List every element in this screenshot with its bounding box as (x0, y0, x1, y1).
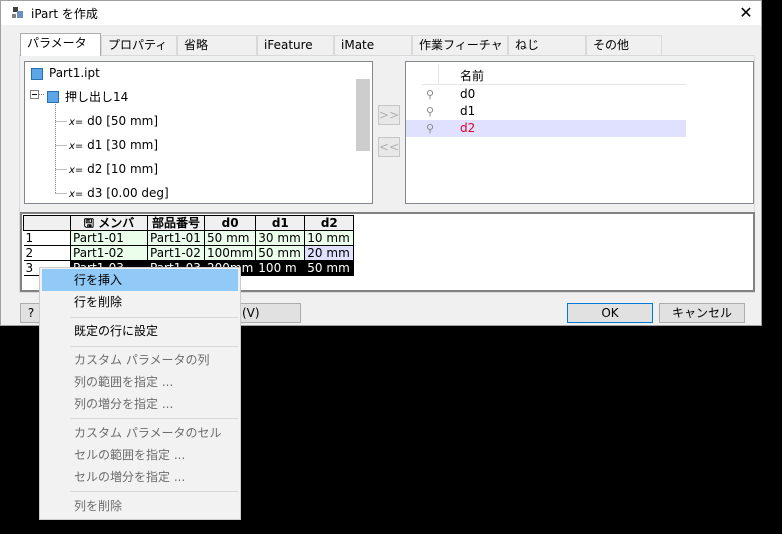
menu-item-custom-param-cell[interactable]: カスタム パラメータのセル (42, 422, 238, 444)
table-row[interactable]: 2 Part1-02 Part1-02 100mm 50 mm 20 mm (23, 245, 355, 261)
menu-separator (70, 346, 238, 347)
cell-d1[interactable]: 100 m (255, 260, 306, 276)
ipart-app-icon (12, 7, 23, 18)
cell-d1[interactable]: 50 mm (255, 245, 306, 261)
param-icon: x= (69, 117, 84, 128)
menu-item-delete-column[interactable]: 列を削除 (42, 495, 238, 517)
title-bar: iPart を作成 ✕ (1, 1, 761, 25)
tree-branch-lines (55, 104, 67, 194)
cell-part-number[interactable]: Part1-02 (147, 245, 205, 261)
row-index[interactable]: 2 (23, 245, 71, 261)
param-icon: x= (69, 141, 84, 152)
ok-button[interactable]: OK (567, 303, 653, 323)
table-row[interactable]: 1 Part1-01 Part1-01 50 mm 30 mm 10 mm (23, 230, 355, 246)
cell-d2[interactable]: 20 mm (304, 245, 355, 261)
menu-item-insert-row[interactable]: 行を挿入 (42, 269, 238, 291)
menu-separator (70, 317, 238, 318)
cell-d2[interactable]: 50 mm (304, 260, 355, 276)
cell-d0[interactable]: 50 mm (203, 230, 257, 246)
col-member[interactable]: 🖫 メンバ (70, 215, 148, 231)
menu-item-column-range[interactable]: 列の範囲を指定 ... (42, 371, 238, 393)
header-divider (438, 64, 439, 84)
extrude-feature-icon (47, 91, 59, 103)
menu-item-delete-row[interactable]: 行を削除 (42, 291, 238, 313)
window-title: iPart を作成 (31, 7, 98, 21)
save-icon: 🖫 (83, 216, 95, 230)
close-button[interactable]: ✕ (732, 2, 760, 24)
menu-item-set-default-row[interactable]: 既定の行に設定 (42, 320, 238, 342)
tree-param-d0[interactable]: x= d0 [50 mm] (69, 111, 158, 131)
tree-param-d2[interactable]: x= d2 [10 mm] (69, 159, 158, 179)
verify-button[interactable]: (V) (231, 303, 301, 323)
col-d1[interactable]: d1 (255, 215, 306, 231)
menu-item-column-increment[interactable]: 列の増分を指定 ... (42, 393, 238, 415)
tab-imate[interactable]: iMate (334, 35, 412, 55)
menu-item-cell-range[interactable]: セルの範囲を指定 ... (42, 444, 238, 466)
cancel-button[interactable]: キャンセル (659, 303, 745, 323)
tab-ifeature[interactable]: iFeature (257, 35, 334, 55)
cell-d2[interactable]: 10 mm (304, 230, 355, 246)
menu-item-custom-param-column[interactable]: カスタム パラメータの列 (42, 349, 238, 371)
tree-root-part[interactable]: Part1.ipt (49, 63, 100, 83)
cell-d1[interactable]: 30 mm (255, 230, 306, 246)
tab-parameters[interactable]: パラメータ (20, 33, 101, 56)
grid-header-row: 🖫 メンバ 部品番号 d0 d1 d2 (23, 215, 355, 231)
key-icon: ⚲ (426, 88, 435, 101)
list-item-d2[interactable]: ⚲ d2 (406, 120, 686, 137)
tree-feature-extrude[interactable]: 押し出し14 (65, 87, 128, 107)
col-d2[interactable]: d2 (304, 215, 355, 231)
col-d0[interactable]: d0 (203, 215, 257, 231)
context-menu: 行を挿入 行を削除 既定の行に設定 カスタム パラメータの列 列の範囲を指定 .… (39, 267, 241, 520)
cell-d0[interactable]: 100mm (203, 245, 257, 261)
menu-item-cell-increment[interactable]: セルの増分を指定 ... (42, 466, 238, 488)
tree-param-d3[interactable]: x= d3 [0.00 deg] (69, 183, 169, 203)
tab-other[interactable]: その他 (586, 35, 662, 55)
cell-member[interactable]: Part1-02 (70, 245, 148, 261)
tab-suppression[interactable]: 省略 (177, 35, 257, 55)
param-icon: x= (69, 165, 84, 176)
list-item-d0[interactable]: ⚲ d0 (406, 86, 686, 103)
cell-member[interactable]: Part1-01 (70, 230, 148, 246)
menu-separator (70, 491, 238, 492)
tab-threads[interactable]: ねじ (508, 35, 586, 55)
tree-param-d1[interactable]: x= d1 [30 mm] (69, 135, 158, 155)
tab-properties[interactable]: プロパティ (101, 35, 177, 55)
selected-parameter-list[interactable]: 名前 ⚲ d0 ⚲ d1 ⚲ d2 (405, 61, 754, 204)
tab-work-features[interactable]: 作業フィーチャ (412, 35, 508, 55)
tree-scroll-thumb[interactable] (356, 79, 370, 151)
row-index[interactable]: 1 (23, 230, 71, 246)
tree-lines (30, 90, 44, 99)
key-icon: ⚲ (426, 122, 435, 135)
cell-part-number[interactable]: Part1-01 (147, 230, 205, 246)
row-header-corner (23, 215, 71, 231)
add-parameter-button[interactable]: >> (378, 105, 400, 125)
remove-parameter-button[interactable]: << (378, 137, 400, 157)
menu-separator (70, 418, 238, 419)
name-column-header[interactable]: 名前 (460, 67, 484, 84)
parameter-tree[interactable]: Part1.ipt 押し出し14 x= d0 [50 mm] x= d1 [30… (24, 61, 373, 204)
list-item-d1[interactable]: ⚲ d1 (406, 103, 686, 120)
key-icon: ⚲ (426, 105, 435, 118)
col-part-number[interactable]: 部品番号 (147, 215, 205, 231)
part-icon (31, 68, 43, 80)
param-icon: x= (69, 189, 84, 200)
list-header: 名前 (422, 64, 686, 85)
